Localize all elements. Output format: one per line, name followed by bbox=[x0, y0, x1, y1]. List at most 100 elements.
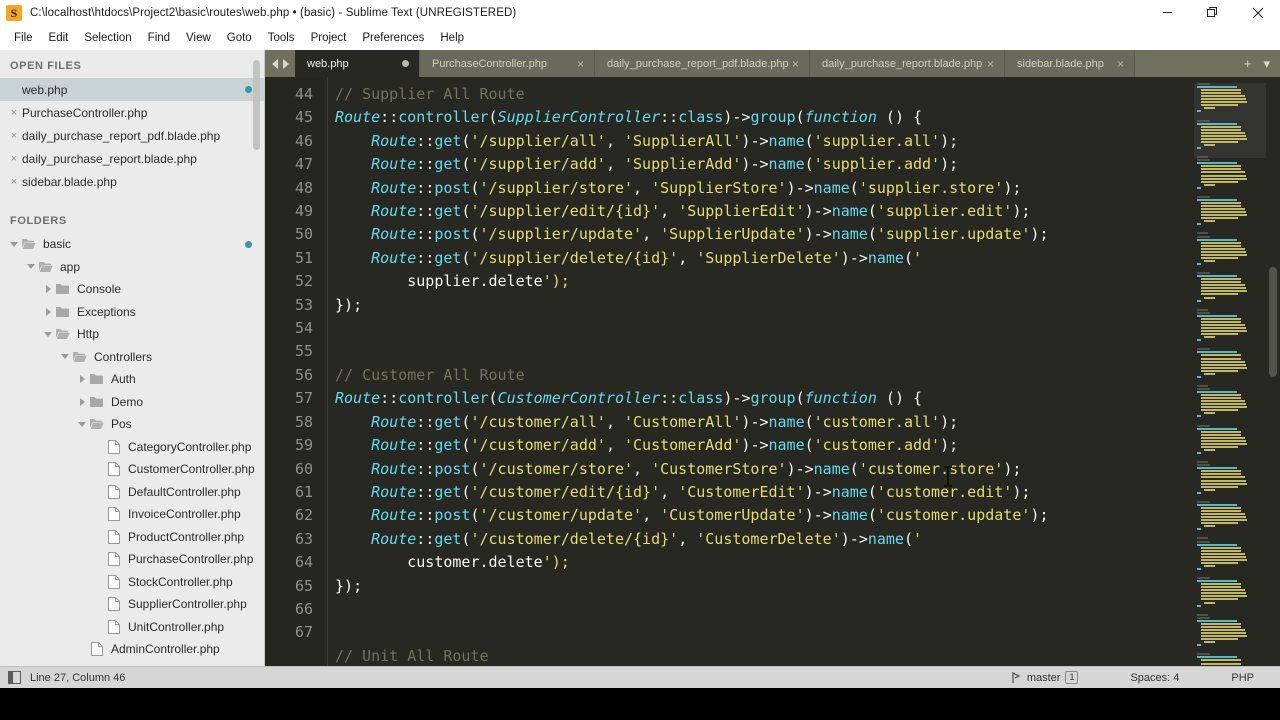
editor-pane: web.php PurchaseController.php × daily_purc… bbox=[265, 50, 1280, 666]
tree-folder-pos[interactable]: Pos bbox=[0, 413, 264, 436]
sidebar-scrollbar[interactable] bbox=[253, 50, 262, 666]
minimap-line bbox=[1197, 543, 1238, 546]
minimap[interactable] bbox=[1194, 77, 1266, 666]
tab-daily-purchase-report-blade-php[interactable]: daily_purchase_report.blade.php × bbox=[810, 50, 1005, 77]
tree-file-defaultcontroller-php[interactable]: DefaultController.php bbox=[0, 481, 264, 504]
tree-file-unitcontroller-php[interactable]: UnitController.php bbox=[0, 616, 264, 639]
menu-item-selection[interactable]: Selection bbox=[76, 29, 139, 47]
open-file-purchasecontroller-php[interactable]: × PurchaseController.php bbox=[0, 101, 264, 124]
tree-file-productcontroller-php[interactable]: ProductController.php bbox=[0, 526, 264, 549]
tab-purchasecontroller-php[interactable]: PurchaseController.php × bbox=[420, 50, 595, 77]
close-file-icon[interactable]: × bbox=[6, 130, 22, 142]
minimap-line bbox=[1200, 330, 1248, 333]
code-area[interactable]: 44 45 46 47 48 49 50 51 52 53 54 55 56 5… bbox=[265, 77, 1280, 666]
minimap-line bbox=[1200, 214, 1248, 217]
git-branch-indicator[interactable]: master 1 bbox=[985, 671, 1105, 684]
menu-item-help[interactable]: Help bbox=[432, 29, 472, 47]
open-file-daily-purchase-report-pdf-blade-php[interactable]: × daily_purchase_report_pdf.blade.php bbox=[0, 124, 264, 147]
minimap-line bbox=[1200, 409, 1239, 412]
menu-item-project[interactable]: Project bbox=[303, 29, 355, 47]
menu-item-preferences[interactable]: Preferences bbox=[354, 29, 432, 47]
tree-file-suppliercontroller-php[interactable]: SupplierController.php bbox=[0, 593, 264, 616]
tree-file-stockcontroller-php[interactable]: StockController.php bbox=[0, 571, 264, 594]
close-file-icon[interactable]: × bbox=[6, 176, 22, 188]
tab-overflow-button[interactable]: ▾ bbox=[1263, 56, 1270, 72]
menu-item-find[interactable]: Find bbox=[140, 29, 178, 47]
menu-item-goto[interactable]: Goto bbox=[219, 29, 260, 47]
chevron-down-icon[interactable] bbox=[8, 241, 20, 247]
tree-folder-demo[interactable]: Demo bbox=[0, 391, 264, 414]
minimap-line bbox=[1200, 635, 1248, 638]
tab-daily-purchase-report-pdf-blade-php[interactable]: daily_purchase_report_pdf.blade.php × bbox=[595, 50, 810, 77]
open-file-sidebar-blade-php[interactable]: × sidebar.blade.php bbox=[0, 170, 264, 193]
menu-item-file[interactable]: File bbox=[6, 29, 41, 47]
tree-folder-basic[interactable]: basic bbox=[0, 233, 264, 256]
source-code[interactable]: // Supplier All Route Route::controller(… bbox=[325, 83, 1194, 666]
tab-close-icon[interactable]: × bbox=[577, 58, 584, 70]
tree-folder-controllers[interactable]: Controllers bbox=[0, 346, 264, 369]
tree-folder-app[interactable]: app bbox=[0, 256, 264, 279]
menu-item-view[interactable]: View bbox=[178, 29, 219, 47]
minimap-line bbox=[1197, 308, 1208, 311]
tab-web-php[interactable]: web.php bbox=[295, 50, 420, 77]
minimap-line bbox=[1200, 625, 1241, 628]
tab-scroll-buttons[interactable] bbox=[265, 50, 295, 77]
editor-scrollbar-thumb[interactable] bbox=[1269, 267, 1277, 377]
chevron-right-icon[interactable] bbox=[76, 375, 88, 384]
tree-file-customercontroller-php[interactable]: CustomerController.php bbox=[0, 458, 264, 481]
minimap-line bbox=[1200, 445, 1239, 448]
app-icon-letter: S bbox=[10, 5, 18, 20]
tree-folder-auth[interactable]: Auth bbox=[0, 368, 264, 391]
close-file-icon[interactable]: × bbox=[6, 107, 22, 119]
tree-file-purchasecontroller-php[interactable]: PurchaseController.php bbox=[0, 548, 264, 571]
chevron-right-icon[interactable] bbox=[42, 285, 54, 294]
new-tab-button[interactable]: + bbox=[1244, 56, 1252, 71]
chevron-right-icon[interactable] bbox=[42, 307, 54, 316]
tree-item-label: Exceptions bbox=[77, 304, 136, 319]
minimap-line bbox=[1197, 262, 1201, 265]
tree-file-admincontroller-php[interactable]: AdminController.php bbox=[0, 638, 264, 661]
tab-close-icon[interactable]: × bbox=[1117, 58, 1124, 70]
minimap-line bbox=[1197, 616, 1211, 619]
tab-sidebar-blade-php[interactable]: sidebar.blade.php × bbox=[1005, 50, 1135, 77]
tab-close-icon[interactable]: × bbox=[792, 58, 799, 70]
sidebar-scrollbar-thumb[interactable] bbox=[253, 60, 260, 150]
menu-item-edit[interactable]: Edit bbox=[41, 29, 77, 47]
chevron-right-icon[interactable] bbox=[76, 397, 88, 406]
open-file-daily-purchase-report-blade-php[interactable]: × daily_purchase_report.blade.php bbox=[0, 147, 264, 170]
maximize-restore-button[interactable] bbox=[1190, 0, 1235, 25]
open-files-list: web.php × PurchaseController.php × daily_pur… bbox=[0, 78, 264, 193]
tab-modified-indicator[interactable] bbox=[402, 60, 409, 67]
cursor-position-label[interactable]: Line 27, Column 46 bbox=[30, 672, 125, 684]
minimap-line bbox=[1197, 156, 1208, 159]
tab-close-icon[interactable]: × bbox=[987, 58, 994, 70]
open-file-web-php[interactable]: web.php bbox=[0, 78, 264, 101]
minimap-line bbox=[1200, 516, 1246, 519]
minimap-line bbox=[1200, 482, 1248, 485]
close-button[interactable] bbox=[1235, 0, 1280, 25]
code-text-column[interactable]: // Supplier All Route Route::controller(… bbox=[325, 77, 1194, 666]
chevron-down-icon[interactable] bbox=[42, 331, 54, 337]
editor-vertical-scrollbar[interactable] bbox=[1266, 77, 1280, 666]
chevron-down-icon[interactable] bbox=[25, 264, 37, 270]
tree-item-label: DefaultController.php bbox=[128, 484, 241, 499]
sidebar-toggle-icon[interactable] bbox=[8, 671, 21, 684]
close-file-icon[interactable]: × bbox=[6, 153, 22, 165]
indentation-setting[interactable]: Spaces: 4 bbox=[1104, 672, 1205, 684]
minimap-line bbox=[1200, 403, 1246, 406]
tree-folder-http[interactable]: Http bbox=[0, 323, 264, 346]
chevron-down-icon[interactable] bbox=[76, 421, 88, 427]
minimap-line bbox=[1197, 540, 1211, 543]
syntax-mode[interactable]: PHP bbox=[1205, 672, 1280, 684]
file-icon bbox=[105, 439, 123, 454]
chevron-down-icon[interactable] bbox=[59, 354, 71, 360]
minimize-button[interactable] bbox=[1145, 0, 1190, 25]
minimap-line bbox=[1200, 586, 1241, 589]
menu-item-tools[interactable]: Tools bbox=[260, 29, 303, 47]
tree-file-categorycontroller-php[interactable]: CategoryController.php bbox=[0, 436, 264, 459]
tree-folder-console[interactable]: Console bbox=[0, 278, 264, 301]
minimap-line bbox=[1200, 95, 1246, 98]
tree-folder-exceptions[interactable]: Exceptions bbox=[0, 301, 264, 324]
tree-file-invoicecontroller-php[interactable]: InvoiceController.php bbox=[0, 503, 264, 526]
minimap-line bbox=[1197, 232, 1208, 235]
